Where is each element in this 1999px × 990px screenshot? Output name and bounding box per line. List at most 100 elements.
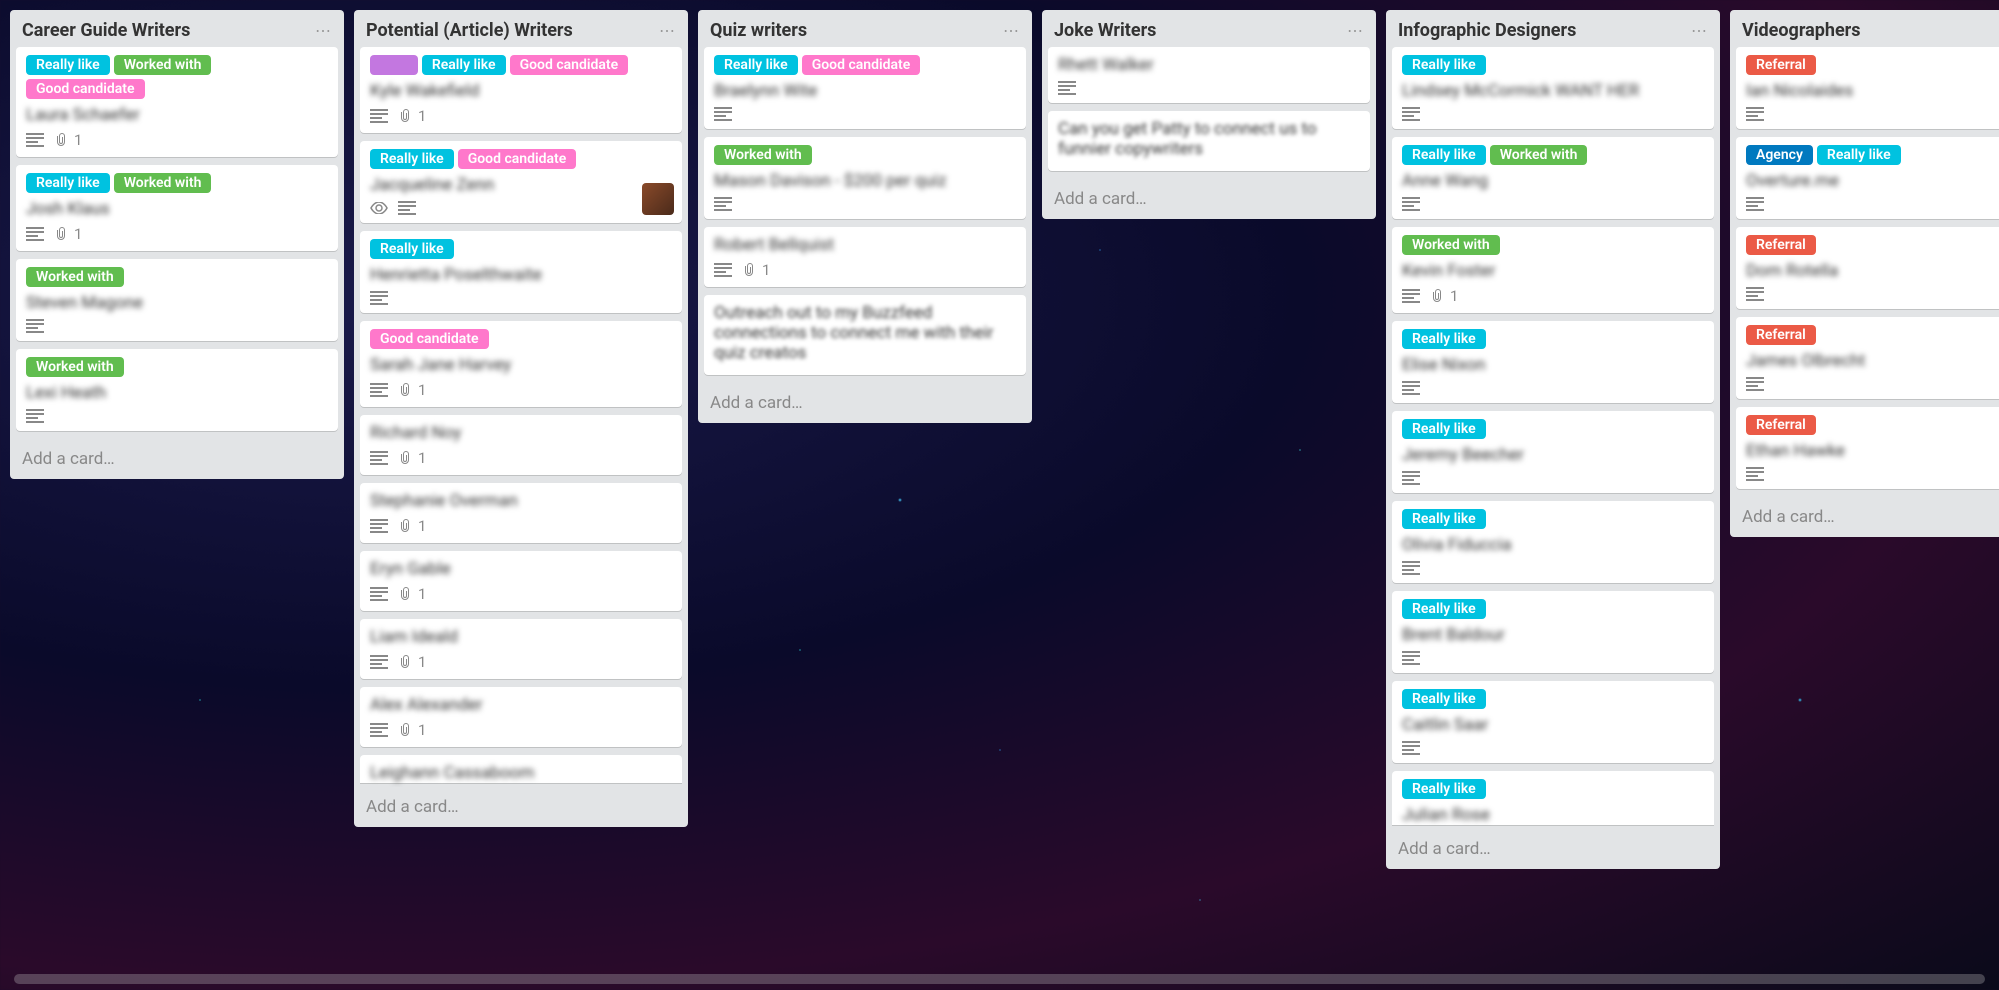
card-badges [1402,381,1704,395]
add-card-button[interactable]: Add a card… [10,439,344,479]
cards-container: ReferralIan NicolaidesAgencyReally likeO… [1730,47,1999,497]
add-card-button[interactable]: Add a card… [1042,179,1376,219]
card[interactable]: Robert Bellquist 1 [704,227,1026,287]
card-labels: Worked with [26,357,328,377]
attachment-count: 1 [74,225,82,243]
card[interactable]: Really likeBrent Baldour [1392,591,1714,673]
card-badges [1746,377,1999,391]
card[interactable]: Stephanie Overman1 [360,483,682,543]
label-really_like: Really like [26,173,110,193]
card[interactable]: Really likeGood candidateBraelynn Wite [704,47,1026,129]
card[interactable]: Really likeWorked withGood candidateLaur… [16,47,338,157]
card-badges: 1 [370,381,672,399]
list-menu-icon[interactable]: ⋯ [1691,21,1708,40]
card[interactable]: Good candidateSarah Jane Harvey1 [360,321,682,407]
card-title: Alex Alexander [370,695,672,715]
card[interactable]: Really likeJeremy Beecher [1392,411,1714,493]
card[interactable]: Really likeWorked withJosh Klaus1 [16,165,338,251]
label-really_like: Really like [1402,55,1486,75]
card[interactable]: Really likeElise Nixon [1392,321,1714,403]
card-title: Julian Rose [1402,805,1704,825]
card[interactable]: Really likeWorked withAnne Wang [1392,137,1714,219]
card[interactable]: Worked withKevin Foster1 [1392,227,1714,313]
list-title[interactable]: Potential (Article) Writers [366,20,573,41]
card-title: Lexi Heath [26,383,328,403]
add-card-button[interactable]: Add a card… [354,787,688,827]
card[interactable]: Really likeHenrietta Poselthwaite [360,231,682,313]
description-icon [26,409,44,423]
card[interactable]: Alex Alexander 1 [360,687,682,747]
list-title[interactable]: Quiz writers [710,20,807,41]
card-title: Kyle Wakefield [370,81,672,101]
card[interactable]: Liam Ideald1 [360,619,682,679]
add-card-button[interactable]: Add a card… [698,383,1032,423]
card[interactable]: Worked withSteven Magone [16,259,338,341]
card[interactable]: Outreach out to my Buzzfeed connections … [704,295,1026,375]
card[interactable]: Worked with Mason Davison - $200 per quiz [704,137,1026,219]
card-badges: 1 [26,131,328,149]
description-icon [370,291,388,305]
label-referral: Referral [1746,415,1816,435]
list-menu-icon[interactable]: ⋯ [315,21,332,40]
card[interactable]: Really likeGood candidateJacqueline Zenn [360,141,682,223]
description-icon [1746,467,1764,481]
card-badges: 1 [714,261,1016,279]
add-card-button[interactable]: Add a card… [1386,829,1720,869]
card[interactable]: Really likeCaitlin Saar [1392,681,1714,763]
card-labels: Referral [1746,325,1999,345]
card-labels: Really likeWorked with [26,173,328,193]
card-badges: 1 [370,721,672,739]
card-badges [1402,107,1704,121]
list-title[interactable]: Infographic Designers [1398,20,1576,41]
card[interactable]: Really likeLindsey McCormick WANT HER [1392,47,1714,129]
description-icon [398,201,416,215]
card-title: Steven Magone [26,293,328,313]
card[interactable]: Referral James Olbrecht [1736,317,1999,399]
attachment-badge: 1 [54,131,82,149]
card[interactable]: ReferralDom Rotella [1736,227,1999,309]
card[interactable]: Really likeOlivia Fiduccia [1392,501,1714,583]
card[interactable]: Worked with Lexi Heath [16,349,338,431]
card[interactable]: AgencyReally likeOverture.me [1736,137,1999,219]
card-labels: Really likeGood candidate [714,55,1016,75]
card[interactable]: Really likeGood candidateKyle Wakefield1 [360,47,682,133]
card-title: Brent Baldour [1402,625,1704,645]
attachment-badge: 1 [398,721,426,739]
card-title: Kevin Foster [1402,261,1704,281]
card-badges [26,319,328,333]
card-badges [714,197,1016,211]
list-menu-icon[interactable]: ⋯ [1003,21,1020,40]
add-card-button[interactable]: Add a card… [1730,497,1999,537]
card[interactable]: Can you get Patty to connect us to funni… [1048,111,1370,171]
card[interactable]: Richard Noy1 [360,415,682,475]
member-avatar[interactable] [642,183,674,215]
card[interactable]: Eryn Gable1 [360,551,682,611]
label-good_candidate: Good candidate [458,149,577,169]
card-title: Mason Davison - $200 per quiz [714,171,1016,191]
list: Quiz writers ⋯ Really likeGood candidateBr… [698,10,1032,423]
card-badges: 1 [370,517,672,535]
description-icon [1746,197,1764,211]
description-icon [370,587,388,601]
card[interactable]: Leighann Cassaboom [360,755,682,783]
card[interactable]: Rhett Walker [1048,47,1370,103]
list-title[interactable]: Career Guide Writers [22,20,190,41]
card-labels: Really likeWorked withGood candidate [26,55,328,99]
card[interactable]: ReferralEthan Hawke [1736,407,1999,489]
label-worked_with: Worked with [114,173,212,193]
card[interactable]: Really likeJulian Rose [1392,771,1714,825]
list-menu-icon[interactable]: ⋯ [1347,21,1364,40]
list-menu-icon[interactable]: ⋯ [659,21,676,40]
card-labels: Worked with [714,145,1016,165]
horizontal-scrollbar[interactable] [14,974,1985,984]
card-title: James Olbrecht [1746,351,1999,371]
card-title: Robert Bellquist [714,235,1016,255]
description-icon [1402,471,1420,485]
attachment-badge: 1 [398,107,426,125]
list-title[interactable]: Joke Writers [1054,20,1156,41]
label-really_like: Really like [1402,145,1486,165]
card-badges: 1 [26,225,328,243]
card[interactable]: ReferralIan Nicolaides [1736,47,1999,129]
list: Joke Writers ⋯ Rhett Walker Can you get Pat… [1042,10,1376,219]
list-title[interactable]: Videographers [1742,20,1861,41]
